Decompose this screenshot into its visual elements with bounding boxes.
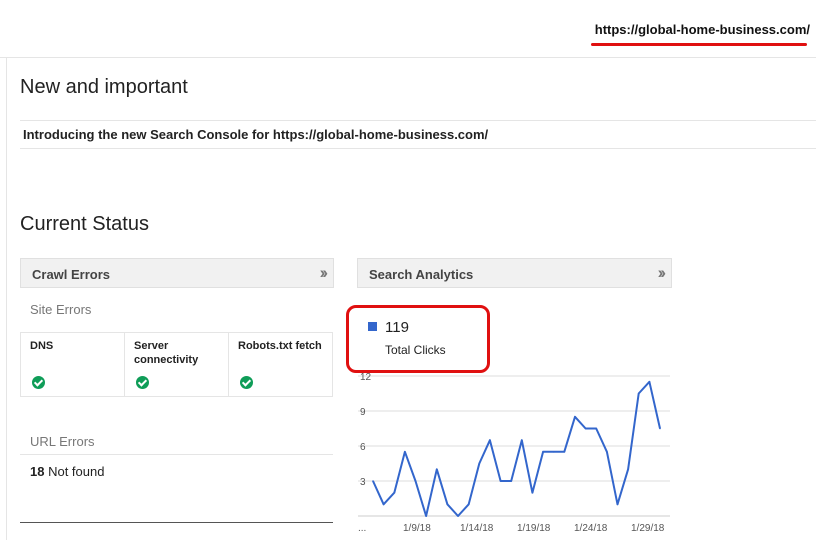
- data-point: [425, 515, 427, 517]
- y-tick-label: 6: [360, 442, 366, 453]
- data-point: [531, 491, 534, 494]
- site-errors-label: Site Errors: [30, 302, 92, 317]
- url-errors-label: URL Errors: [30, 434, 95, 449]
- data-point: [372, 480, 374, 482]
- x-tick-label: 1/29/18: [631, 523, 665, 534]
- total-clicks-legend-swatch: [368, 322, 377, 331]
- total-clicks-label: Total Clicks: [385, 343, 446, 357]
- server-connectivity-cell[interactable]: Server connectivity: [125, 333, 229, 396]
- y-tick-label: 9: [360, 407, 366, 418]
- total-clicks-value: 119: [385, 319, 409, 336]
- data-point: [467, 503, 470, 506]
- not-found-label: Not found: [48, 464, 105, 479]
- data-point: [616, 503, 619, 506]
- top-bar: https://global-home-business.com/: [0, 0, 816, 58]
- data-point: [404, 451, 406, 453]
- search-analytics-chart: 3 6 9 12... 1/9/18 1/14/18 1/19/18 1/24/18 1/29/…: [358, 372, 670, 534]
- data-point: [563, 451, 566, 453]
- data-point: [382, 503, 385, 506]
- robots-fetch-label: Robots.txt fetch: [238, 340, 322, 352]
- search-analytics-header[interactable]: Search Analytics ››: [357, 258, 672, 288]
- announcement-text[interactable]: Introducing the new Search Console for h…: [23, 127, 488, 142]
- check-circle-icon: [32, 376, 45, 389]
- dns-label: DNS: [30, 340, 54, 352]
- new-important-heading: New and important: [20, 76, 188, 98]
- url-errors-divider: [20, 454, 333, 455]
- check-circle-icon: [136, 376, 149, 389]
- current-status-heading: Current Status: [20, 213, 149, 235]
- data-point: [574, 416, 576, 418]
- x-tick-label: 1/14/18: [460, 523, 494, 534]
- not-found-row[interactable]: 18 Not found: [30, 464, 104, 479]
- data-point: [552, 451, 555, 453]
- left-divider: [6, 58, 7, 540]
- url-highlight-underline: [591, 43, 807, 46]
- robots-fetch-cell[interactable]: Robots.txt fetch: [229, 333, 332, 396]
- data-point: [510, 480, 512, 482]
- crawl-errors-title[interactable]: Crawl Errors: [32, 267, 110, 282]
- site-url-label[interactable]: https://global-home-business.com/: [595, 22, 810, 37]
- server-connectivity-label: Server connectivity: [134, 340, 199, 366]
- site-errors-table: DNS Server connectivity Robots.txt fetch: [20, 332, 333, 397]
- y-tick-label: 12: [360, 372, 372, 383]
- x-tick-label: ...: [358, 523, 366, 534]
- data-point: [542, 451, 544, 453]
- data-point: [659, 427, 661, 430]
- data-point: [489, 439, 491, 441]
- data-point: [457, 515, 459, 517]
- announcement-row[interactable]: Introducing the new Search Console for h…: [20, 120, 816, 149]
- x-tick-label: 1/24/18: [574, 523, 608, 534]
- data-point: [606, 451, 608, 453]
- x-tick-label: 1/9/18: [403, 523, 431, 534]
- x-tick-label: 1/19/18: [517, 523, 551, 534]
- total-clicks-series-line: [372, 380, 661, 517]
- search-analytics-title[interactable]: Search Analytics: [369, 267, 473, 282]
- data-point: [414, 480, 417, 482]
- check-circle-icon: [240, 376, 253, 389]
- y-tick-label: 3: [360, 477, 366, 488]
- total-clicks-highlight: [346, 305, 490, 373]
- data-point: [435, 468, 438, 471]
- double-chevron-right-icon[interactable]: ››: [658, 263, 667, 283]
- data-point: [637, 392, 640, 395]
- crawl-errors-bottom-divider: [20, 522, 333, 523]
- data-point: [478, 462, 481, 465]
- dns-cell[interactable]: DNS: [21, 333, 125, 396]
- data-point: [584, 427, 587, 430]
- data-point: [648, 381, 651, 383]
- crawl-errors-header[interactable]: Crawl Errors ››: [20, 258, 334, 288]
- data-point: [499, 480, 502, 482]
- not-found-count: 18: [30, 464, 45, 479]
- data-point: [627, 468, 629, 471]
- double-chevron-right-icon[interactable]: ››: [320, 263, 329, 283]
- data-point: [446, 503, 449, 506]
- data-point: [393, 491, 396, 494]
- data-point: [595, 427, 598, 430]
- data-point: [521, 439, 523, 441]
